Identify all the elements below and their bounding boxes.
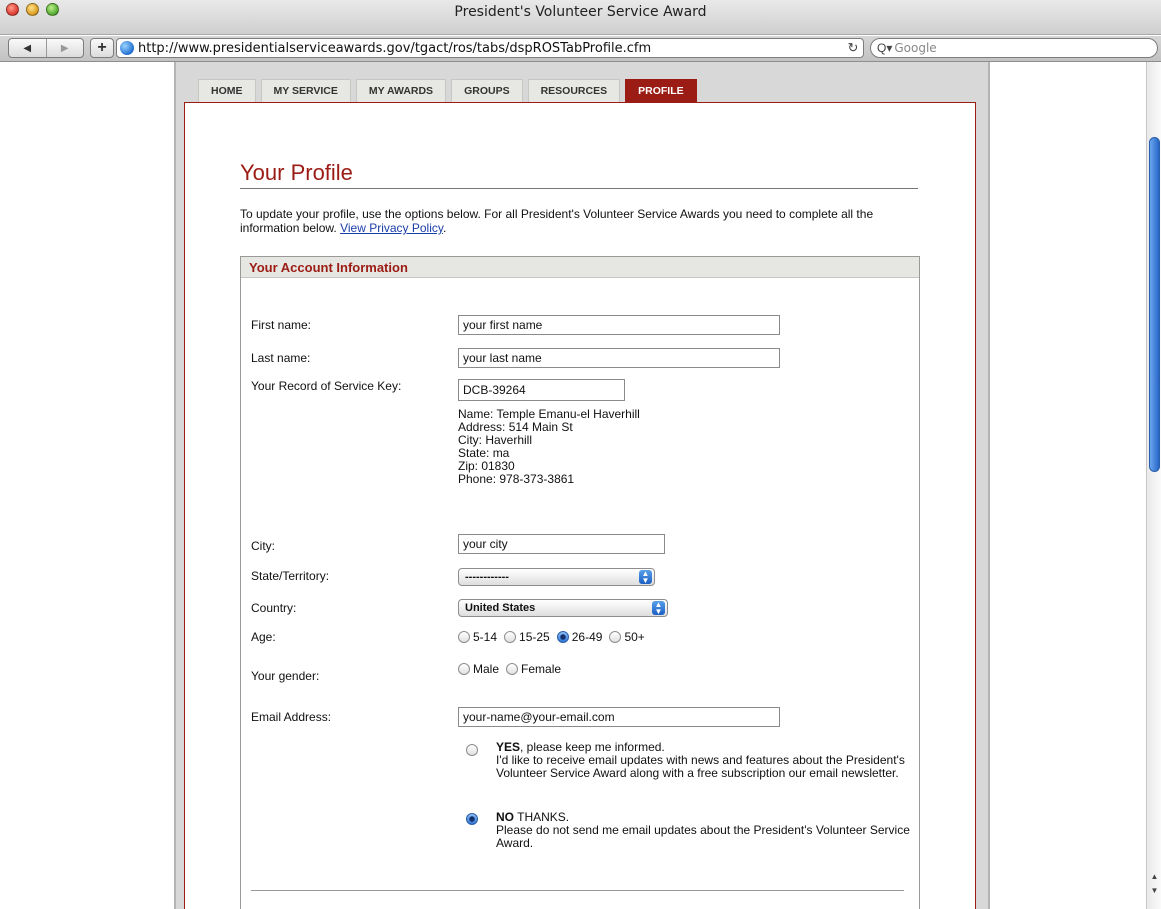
state-select[interactable]: ------------ ▲ ▼: [458, 568, 655, 586]
tab-home[interactable]: HOME: [198, 79, 256, 102]
age-option-label: 50+: [624, 630, 645, 644]
email-field[interactable]: your-name@your-email.com: [458, 707, 780, 727]
record-key-field[interactable]: DCB-39264: [458, 379, 625, 401]
email-updates-yes-radio[interactable]: [466, 744, 478, 756]
age-option-label: 26-49: [571, 630, 603, 644]
yes-bold: YES: [496, 740, 521, 754]
city-field[interactable]: your city: [458, 534, 665, 554]
privacy-policy-link[interactable]: View Privacy Policy: [340, 221, 443, 235]
country-select[interactable]: United States ▲ ▼: [458, 599, 668, 617]
forward-button[interactable]: ▶: [45, 39, 84, 57]
age-radio-15-25[interactable]: [504, 631, 517, 643]
gender-option-label: Female: [521, 662, 562, 676]
site-tabs: HOME MY SERVICE MY AWARDS GROUPS RESOURC…: [198, 79, 697, 102]
record-key-info: Name: Temple Emanu-el Haverhill Address:…: [458, 408, 640, 486]
scrollbar-thumb[interactable]: [1149, 137, 1160, 472]
org-phone: Phone: 978-373-3861: [458, 472, 575, 486]
first-name-field[interactable]: your first name: [458, 315, 780, 335]
account-section-header: Your Account Information: [241, 257, 919, 278]
search-placeholder: Google: [894, 41, 937, 55]
intro-period: .: [443, 221, 447, 235]
tab-my-awards[interactable]: MY AWARDS: [355, 79, 447, 102]
yes-detail: I'd like to receive email updates with n…: [496, 753, 905, 780]
plus-icon: +: [97, 39, 107, 56]
reload-icon[interactable]: ↻: [843, 40, 863, 56]
window-titlebar: President's Volunteer Service Award: [0, 0, 1161, 35]
magnifier-icon: Q▾: [877, 41, 893, 55]
profile-content: Your Profile To update your profile, use…: [184, 102, 976, 909]
address-bar[interactable]: http://www.presidentialserviceawards.gov…: [116, 38, 864, 58]
last-name-label: Last name:: [251, 351, 311, 365]
no-detail: Please do not send me email updates abou…: [496, 823, 910, 850]
age-radio-5-14[interactable]: [458, 631, 470, 643]
no-rest: THANKS.: [514, 810, 570, 824]
age-option-label: 15-25: [519, 630, 550, 644]
last-name-field[interactable]: your last name: [458, 348, 780, 368]
nav-buttons: ◀ ▶: [8, 38, 84, 58]
search-field[interactable]: Q▾ Google: [870, 38, 1158, 58]
tab-groups[interactable]: GROUPS: [451, 79, 523, 102]
gender-option-label: Male: [473, 662, 500, 676]
tab-resources[interactable]: RESOURCES: [527, 79, 621, 102]
account-info-section: Your Account Information First name: you…: [240, 256, 920, 909]
no-bold: NO: [496, 810, 514, 824]
state-selected-value: ------------: [465, 571, 509, 583]
age-label: Age:: [251, 630, 276, 644]
globe-icon: [120, 41, 134, 55]
url-text[interactable]: http://www.presidentialserviceawards.gov…: [138, 41, 843, 56]
first-name-label: First name:: [251, 318, 312, 332]
window-title: President's Volunteer Service Award: [454, 4, 707, 20]
country-selected-value: United States: [465, 602, 536, 614]
scroll-up-arrow-icon[interactable]: ▲: [1149, 872, 1160, 884]
age-options: 5-14 15-25 26-49 50+: [455, 630, 649, 644]
intro-text: To update your profile, use the options …: [240, 207, 918, 235]
intro-body: To update your profile, use the options …: [240, 207, 874, 235]
tab-my-service[interactable]: MY SERVICE: [260, 79, 351, 102]
vertical-scrollbar[interactable]: ▲ ▼: [1146, 62, 1161, 909]
forward-arrow-icon: ▶: [60, 42, 69, 54]
age-option-label: 5-14: [473, 630, 498, 644]
form-bottom-divider: [251, 890, 904, 891]
page-title: Your Profile: [240, 160, 353, 185]
email-updates-yes-text: YES, please keep me informed. I'd like t…: [496, 741, 916, 780]
back-arrow-icon: ◀: [23, 42, 32, 54]
title-divider: [240, 188, 918, 189]
scroll-down-arrow-icon[interactable]: ▼: [1149, 886, 1160, 898]
email-updates-no-text: NO THANKS. Please do not send me email u…: [496, 811, 916, 850]
tab-profile[interactable]: PROFILE: [625, 79, 697, 102]
gender-options: Male Female: [455, 662, 565, 676]
select-arrows-icon: ▲ ▼: [652, 601, 665, 616]
record-key-label: Your Record of Service Key:: [251, 379, 402, 393]
gender-radio-male[interactable]: [458, 663, 470, 675]
age-radio-50-plus[interactable]: [609, 631, 622, 643]
browser-toolbar: ◀ ▶ + http://www.presidentialserviceawar…: [0, 36, 1161, 62]
yes-rest: , please keep me informed.: [520, 740, 665, 754]
select-arrows-icon: ▲ ▼: [639, 570, 652, 585]
gender-label: Your gender:: [251, 669, 320, 683]
back-button[interactable]: ◀: [9, 39, 46, 57]
add-bookmark-button[interactable]: +: [90, 38, 114, 58]
age-radio-26-49[interactable]: [556, 631, 569, 643]
gender-radio-female[interactable]: [506, 663, 519, 675]
country-label: Country:: [251, 601, 297, 615]
email-updates-no-radio[interactable]: [466, 813, 478, 825]
email-label: Email Address:: [251, 710, 332, 724]
page-border-right: [988, 62, 990, 909]
city-label: City:: [251, 539, 275, 553]
state-label: State/Territory:: [251, 569, 330, 583]
